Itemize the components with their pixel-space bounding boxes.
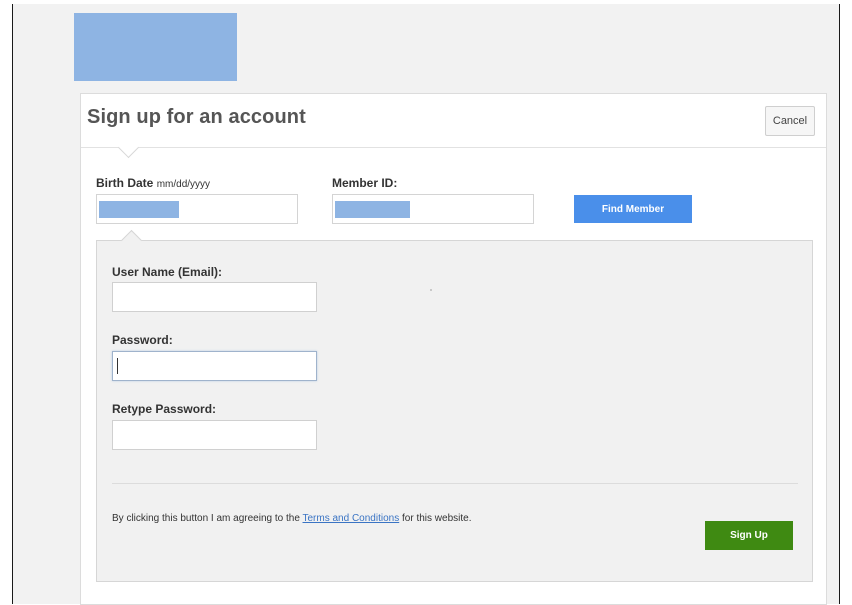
username-label: User Name (Email): <box>112 265 223 279</box>
password-input[interactable] <box>112 351 317 381</box>
birth-date-label: Birth Date mm/dd/yyyy <box>96 176 210 190</box>
redacted-value <box>99 201 179 218</box>
credentials-section: User Name (Email): Password: Retype Pass… <box>96 229 813 582</box>
agree-prefix: By clicking this button I am agreeing to… <box>112 513 300 524</box>
text-caret <box>117 358 118 374</box>
panel-header: Sign up for an account Cancel <box>81 94 826 148</box>
member-id-input[interactable] <box>332 194 534 224</box>
terms-link[interactable]: Terms and Conditions <box>303 513 400 524</box>
password-label: Password: <box>112 333 173 347</box>
artifact-dot <box>430 289 432 291</box>
terms-agreement: By clicking this button I am agreeing to… <box>112 513 471 524</box>
cancel-button[interactable]: Cancel <box>765 106 815 136</box>
find-member-button[interactable]: Find Member <box>574 195 692 223</box>
sign-up-button[interactable]: Sign Up <box>705 521 793 550</box>
redacted-value <box>335 201 410 218</box>
retype-password-label: Retype Password: <box>112 402 217 416</box>
section-pointer <box>120 229 143 252</box>
birth-date-label-text: Birth Date <box>96 176 154 190</box>
member-id-label: Member ID: <box>332 176 398 190</box>
divider <box>112 483 798 484</box>
username-input[interactable] <box>112 282 317 312</box>
birth-date-input[interactable] <box>96 194 298 224</box>
agree-suffix: for this website. <box>402 513 472 524</box>
logo <box>74 13 237 81</box>
birth-date-format-hint: mm/dd/yyyy <box>156 179 211 190</box>
page-title: Sign up for an account <box>87 106 306 128</box>
signup-panel: Sign up for an account Cancel Birth Date… <box>80 93 827 605</box>
retype-password-input[interactable] <box>112 420 317 450</box>
